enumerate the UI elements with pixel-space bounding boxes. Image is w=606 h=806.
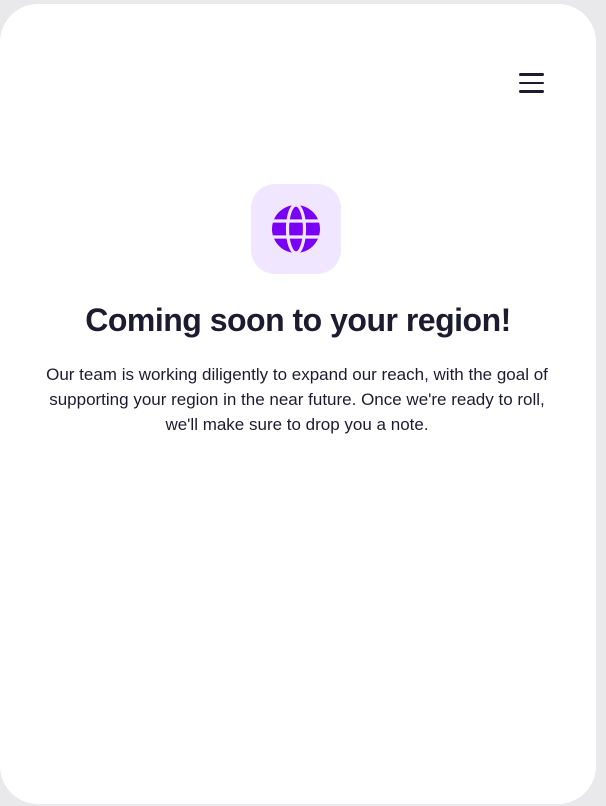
menu-bar	[518, 81, 544, 85]
menu-button[interactable]	[510, 68, 552, 98]
page-title: Coming soon to your region!	[85, 302, 511, 338]
globe-icon	[272, 204, 320, 254]
app-card: Coming soon to your region! Our team is …	[0, 4, 596, 804]
menu-bar	[518, 90, 544, 93]
menu-bar	[518, 73, 544, 76]
globe-icon-tile	[251, 184, 341, 274]
description-text: Our team is working diligently to expand…	[46, 365, 548, 434]
